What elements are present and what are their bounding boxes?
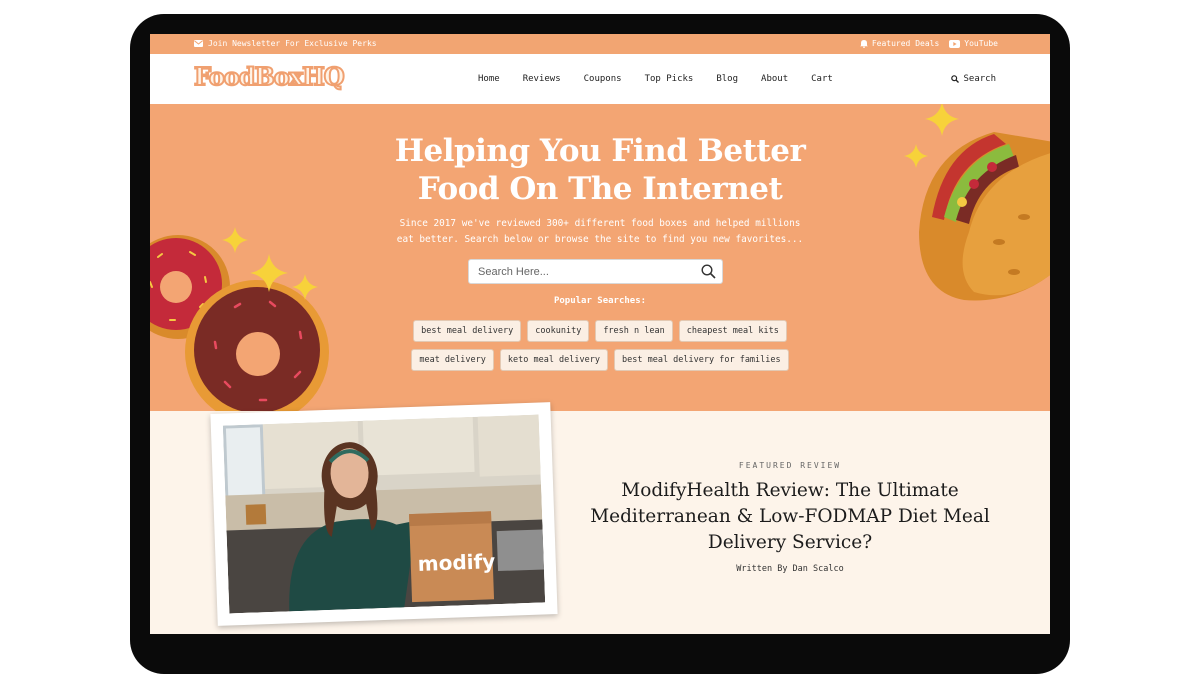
taco-illustration	[919, 132, 1050, 301]
featured-deals-label: Featured Deals	[871, 39, 940, 48]
featured-title[interactable]: ModifyHealth Review: The Ultimate Mediter…	[580, 478, 1000, 556]
youtube-link[interactable]: YouTube	[949, 39, 998, 48]
youtube-label: YouTube	[964, 39, 998, 48]
featured-photo-image: modify	[222, 414, 546, 614]
popular-searches-row-2: meat delivery keto meal delivery best me…	[150, 349, 1050, 371]
hero-title-line2: Food On The Internet	[417, 171, 783, 207]
sparkle-icon	[925, 104, 959, 136]
newsletter-label: Join Newsletter For Exclusive Perks	[208, 39, 377, 48]
search-chip[interactable]: meat delivery	[411, 349, 494, 371]
featured-byline: Written By Dan Scalco	[736, 564, 844, 574]
search-icon	[951, 75, 960, 83]
nav-about[interactable]: About	[761, 74, 788, 84]
search-chip[interactable]: fresh n lean	[595, 320, 673, 342]
popular-searches-row-1: best meal delivery cookunity fresh n lea…	[150, 320, 1050, 342]
search-chip[interactable]: keto meal delivery	[499, 349, 608, 371]
featured-deals-link[interactable]: Featured Deals	[859, 39, 940, 48]
search-chip[interactable]: cheapest meal kits	[678, 320, 787, 342]
browser-screen: Join Newsletter For Exclusive Perks Feat…	[150, 34, 1050, 634]
bell-icon	[859, 40, 868, 48]
search-chip[interactable]: best meal delivery	[413, 320, 522, 342]
box-logo-text: modify	[417, 549, 495, 576]
hero-search-input[interactable]	[478, 264, 678, 280]
hero-subtitle: Since 2017 we've reviewed 300+ different…	[365, 216, 835, 248]
youtube-icon	[949, 39, 961, 48]
main-nav: Home Reviews Coupons Top Picks Blog Abou…	[478, 74, 833, 84]
hero-subtitle-line1: Since 2017 we've reviewed 300+ different…	[399, 218, 801, 229]
popular-searches-label: Popular Searches:	[553, 296, 647, 306]
hero-title-line1: Helping You Find Better	[394, 133, 806, 169]
featured-title-line1: ModifyHealth Review: The Ultimate	[621, 480, 959, 501]
nav-top-picks[interactable]: Top Picks	[645, 74, 694, 84]
featured-eyebrow: FEATURED REVIEW	[738, 461, 842, 470]
top-bar: Join Newsletter For Exclusive Perks Feat…	[150, 34, 1050, 54]
featured-photo: modify	[222, 414, 546, 614]
featured-title-line2: Mediterranean & Low-FODMAP Diet Meal	[590, 506, 990, 527]
newsletter-link[interactable]: Join Newsletter For Exclusive Perks	[194, 39, 377, 48]
nav-blog[interactable]: Blog	[716, 74, 738, 84]
search-chip[interactable]: cookunity	[527, 320, 590, 342]
hero-search-box	[468, 259, 723, 284]
featured-title-line3: Delivery Service?	[707, 532, 873, 553]
site-logo[interactable]: FoodBoxHQ	[193, 61, 346, 92]
sparkle-icon	[904, 144, 928, 168]
hero-title: Helping You Find Better Food On The Inter…	[340, 132, 860, 208]
nav-reviews[interactable]: Reviews	[523, 74, 561, 84]
featured-photo-frame[interactable]: modify	[210, 402, 558, 626]
mail-icon	[194, 40, 203, 47]
nav-cart[interactable]: Cart	[811, 74, 833, 84]
header-nav: FoodBoxHQ Home Reviews Coupons Top Picks…	[150, 54, 1050, 104]
header-search-button[interactable]: Search	[951, 74, 996, 84]
nav-coupons[interactable]: Coupons	[584, 74, 622, 84]
nav-home[interactable]: Home	[478, 74, 500, 84]
sparkle-icon	[250, 254, 288, 292]
header-search-label: Search	[963, 74, 996, 84]
featured-review-section: modify FEATURED REVIEW ModifyHealth Revi…	[150, 402, 1050, 634]
hero-section: Helping You Find Better Food On The Inter…	[150, 104, 1050, 411]
search-icon[interactable]	[701, 264, 716, 279]
hero-subtitle-line2: eat better. Search below or browse the s…	[396, 234, 804, 245]
sparkle-icon	[222, 227, 248, 253]
search-chip[interactable]: best meal delivery for families	[614, 349, 789, 371]
